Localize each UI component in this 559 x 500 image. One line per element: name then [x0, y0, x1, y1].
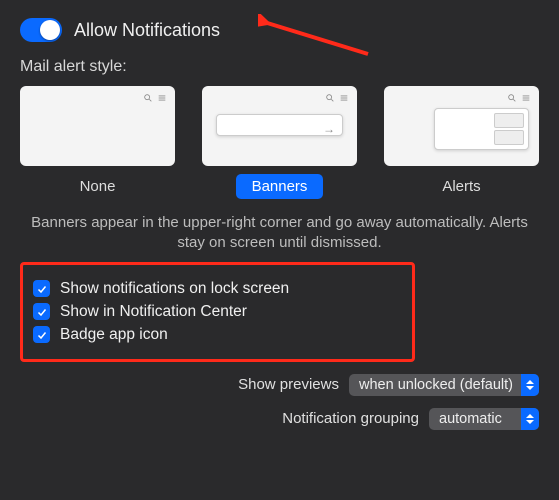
check-notification-center[interactable]: Show in Notification Center [33, 303, 402, 321]
menu-icon [157, 90, 167, 100]
menu-icon [339, 90, 349, 100]
arrow-right-icon: → [323, 122, 335, 136]
check-badge-app-icon-label: Badge app icon [60, 326, 168, 344]
check-notification-center-label: Show in Notification Center [60, 303, 247, 321]
alert-style-row: None → Banners Alerts [20, 86, 539, 199]
updown-icon [521, 408, 539, 430]
style-label-banners[interactable]: Banners [236, 174, 324, 199]
show-previews-label: Show previews [238, 376, 339, 393]
check-lock-screen[interactable]: Show notifications on lock screen [33, 280, 402, 298]
check-lock-screen-label: Show notifications on lock screen [60, 280, 289, 298]
check-badge-app-icon[interactable]: Badge app icon [33, 326, 402, 344]
checkbox-icon [33, 303, 50, 320]
checkbox-icon [33, 326, 50, 343]
notification-grouping-value: automatic [439, 411, 502, 427]
show-previews-value: when unlocked (default) [359, 377, 513, 393]
style-preview-none[interactable] [20, 86, 175, 166]
style-preview-alerts[interactable] [384, 86, 539, 166]
style-preview-banners[interactable]: → [202, 86, 357, 166]
alert-style-description: Banners appear in the upper-right corner… [20, 209, 539, 254]
highlighted-checkbox-group: Show notifications on lock screen Show i… [20, 262, 415, 362]
menu-icon [521, 90, 531, 100]
search-icon [325, 90, 335, 100]
notification-grouping-label: Notification grouping [282, 410, 419, 427]
alert-style-heading: Mail alert style: [20, 58, 539, 76]
allow-notifications-label: Allow Notifications [74, 20, 220, 41]
search-icon [507, 90, 517, 100]
search-icon [143, 90, 153, 100]
alert-preview-card [434, 108, 529, 150]
notification-grouping-select[interactable]: automatic [429, 408, 539, 430]
style-label-none[interactable]: None [58, 174, 138, 199]
toggle-knob [40, 20, 60, 40]
checkbox-icon [33, 280, 50, 297]
style-label-alerts[interactable]: Alerts [422, 174, 502, 199]
updown-icon [521, 374, 539, 396]
show-previews-select[interactable]: when unlocked (default) [349, 374, 539, 396]
allow-notifications-toggle[interactable] [20, 18, 62, 42]
